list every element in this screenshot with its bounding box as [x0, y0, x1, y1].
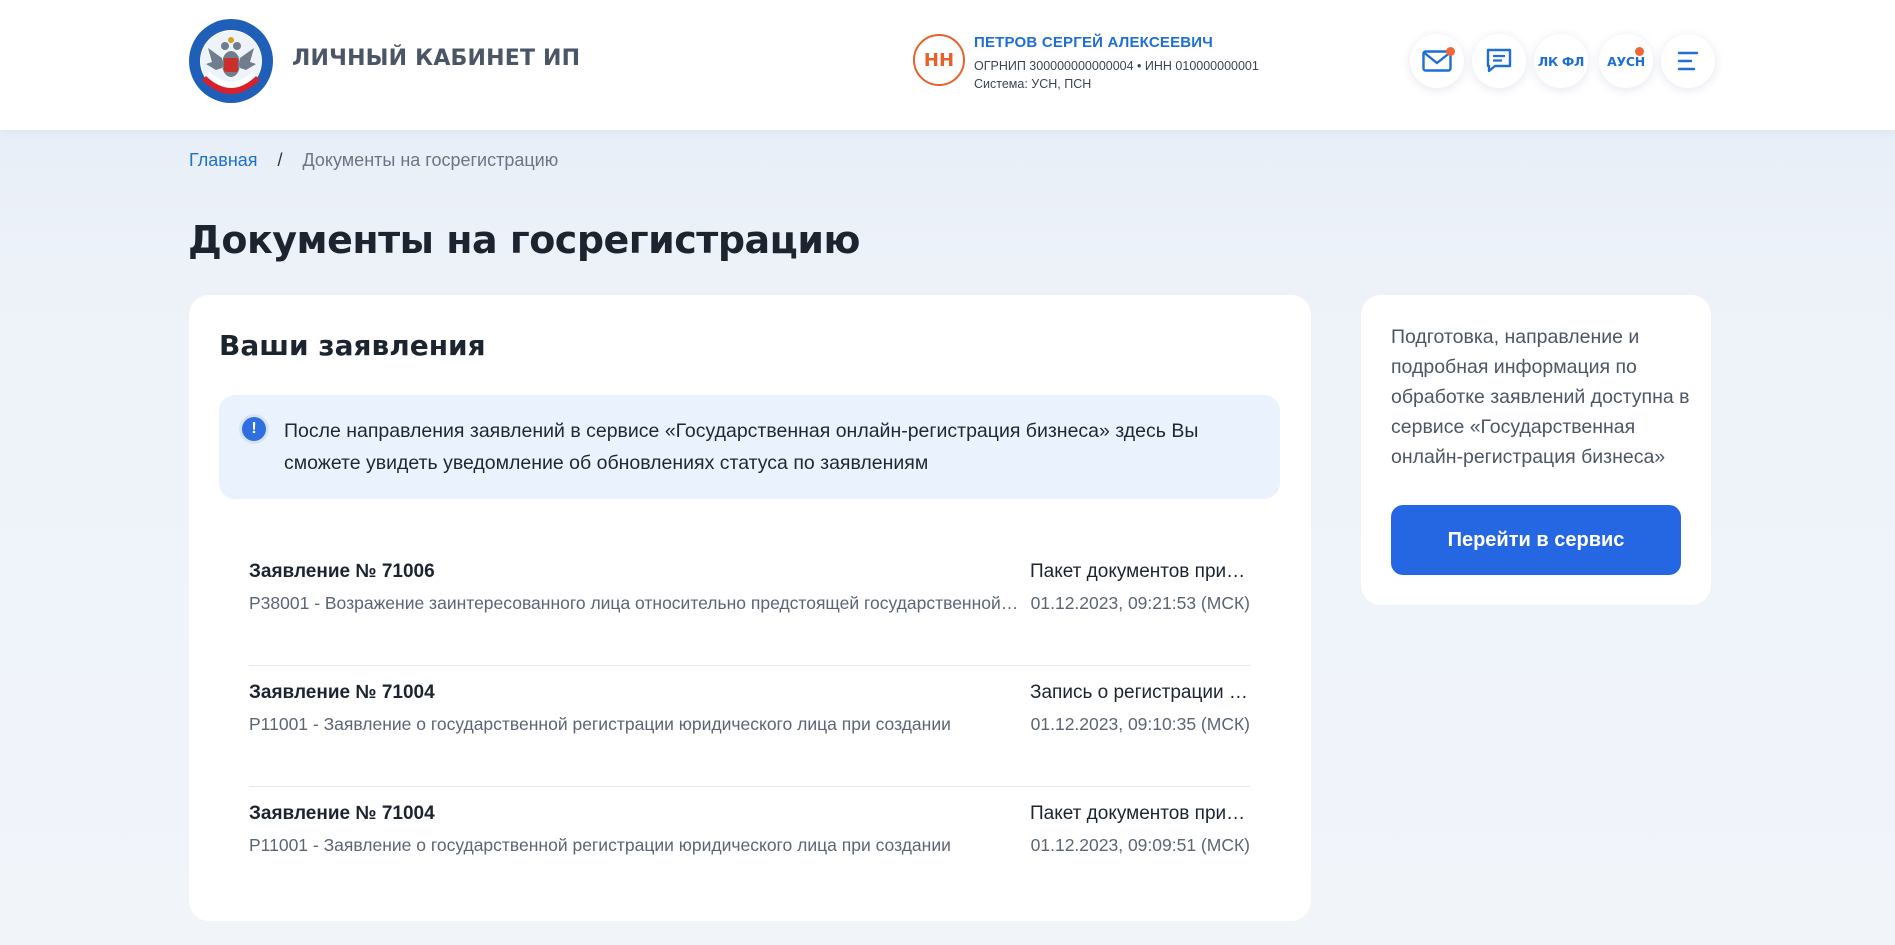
- application-date: 01.12.2023, 09:21:53 (МСК): [1030, 593, 1250, 613]
- application-description: Р38001 - Возражение заинтересованного ли…: [249, 593, 1019, 613]
- application-status: Запись о регистрации внесена: [1030, 682, 1250, 703]
- app-title: ЛИЧНЫЙ КАБИНЕТ ИП: [292, 46, 581, 71]
- applications-list: Заявление № 71006 Р38001 - Возражение за…: [249, 545, 1250, 908]
- menu-icon: [1677, 50, 1699, 72]
- notice-text: После направления заявлений в сервисе «Г…: [284, 420, 1199, 474]
- fns-emblem-logo[interactable]: [188, 18, 274, 104]
- application-date: 01.12.2023, 09:09:51 (МСК): [1030, 835, 1250, 855]
- application-status: Пакет документов принят: [1030, 803, 1250, 824]
- notification-dot: [1446, 47, 1455, 56]
- messages-button[interactable]: [1472, 34, 1526, 88]
- breadcrumb-home-link[interactable]: Главная: [189, 150, 258, 171]
- user-ids: ОГРНИП 300000000000004 • ИНН 01000000000…: [974, 59, 1259, 73]
- header: ЛИЧНЫЙ КАБИНЕТ ИП НН ПЕТРОВ СЕРГЕЙ АЛЕКС…: [0, 0, 1895, 130]
- lk-fl-label: ЛК ФЛ: [1537, 53, 1585, 69]
- service-info-card: Подготовка, направление и подробная инфо…: [1361, 295, 1711, 605]
- applications-title: Ваши заявления: [219, 329, 486, 362]
- application-row[interactable]: Заявление № 71004 Р11001 - Заявление о г…: [249, 787, 1250, 908]
- application-row[interactable]: Заявление № 71006 Р38001 - Возражение за…: [249, 545, 1250, 666]
- info-exclamation-icon: !: [242, 417, 266, 441]
- info-notice: ! После направления заявлений в сервисе …: [219, 395, 1280, 499]
- application-row[interactable]: Заявление № 71004 Р11001 - Заявление о г…: [249, 666, 1250, 787]
- page-title: Документы на госрегистрацию: [188, 218, 860, 262]
- go-to-service-button[interactable]: Перейти в сервис: [1391, 505, 1681, 575]
- breadcrumb-separator: /: [277, 150, 283, 170]
- menu-button[interactable]: [1661, 34, 1715, 88]
- breadcrumb: Главная / Документы на госрегистрацию: [189, 150, 558, 171]
- notification-dot: [1635, 47, 1644, 56]
- application-description: Р11001 - Заявление о государственной рег…: [249, 835, 951, 855]
- mail-button[interactable]: [1410, 34, 1464, 88]
- chat-icon: [1486, 48, 1512, 74]
- application-description: Р11001 - Заявление о государственной рег…: [249, 714, 951, 734]
- ausn-button[interactable]: АУСН: [1599, 34, 1653, 88]
- breadcrumb-current: Документы на госрегистрацию: [302, 150, 559, 170]
- service-info-text: Подготовка, направление и подробная инфо…: [1391, 326, 1690, 468]
- user-tax-system: Система: УСН, ПСН: [974, 77, 1092, 91]
- application-date: 01.12.2023, 09:10:35 (МСК): [1030, 714, 1250, 734]
- application-number: Заявление № 71004: [249, 803, 435, 824]
- user-avatar[interactable]: НН: [913, 34, 965, 86]
- application-status: Пакет документов принят: [1030, 561, 1250, 582]
- application-number: Заявление № 71006: [249, 561, 435, 582]
- application-number: Заявление № 71004: [249, 682, 435, 703]
- user-name[interactable]: ПЕТРОВ СЕРГЕЙ АЛЕКСЕЕВИЧ: [974, 34, 1213, 51]
- applications-card: Ваши заявления ! После направления заявл…: [189, 295, 1311, 921]
- lk-fl-button[interactable]: ЛК ФЛ: [1534, 34, 1588, 88]
